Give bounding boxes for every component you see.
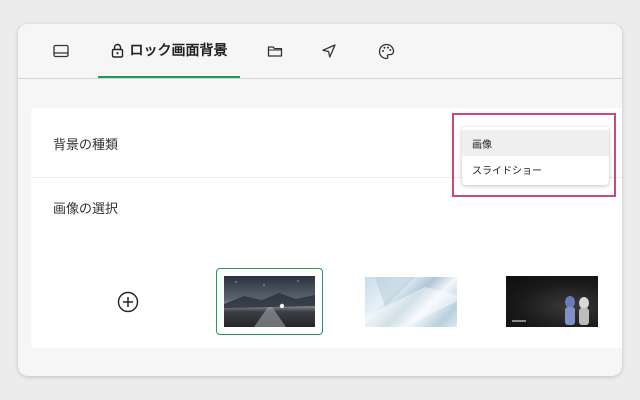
palette-icon bbox=[378, 43, 395, 60]
tab-label: ロック画面背景 bbox=[129, 43, 228, 59]
folder-icon bbox=[267, 44, 283, 58]
plus-circle-icon bbox=[117, 291, 139, 317]
display-icon bbox=[53, 44, 69, 58]
tab-navigation[interactable] bbox=[316, 24, 342, 78]
tab-palette[interactable] bbox=[373, 24, 399, 78]
tab-bar: ロック画面背景 bbox=[18, 24, 622, 79]
navigation-arrow-icon bbox=[321, 43, 337, 59]
tab-folder[interactable] bbox=[262, 24, 288, 78]
lock-icon bbox=[111, 43, 124, 58]
image-select-label: 画像の選択 bbox=[53, 202, 119, 217]
background-type-label: 背景の種類 bbox=[53, 138, 119, 153]
tab-lock-screen-background[interactable]: ロック画面背景 bbox=[98, 24, 240, 78]
add-image-button[interactable] bbox=[117, 291, 139, 313]
settings-window: ロック画面背景 背景の種類 画像の選択 bbox=[18, 24, 622, 376]
thumbnail-dark-characters[interactable] bbox=[506, 276, 598, 327]
thumbnail-night-road[interactable] bbox=[224, 276, 315, 327]
dropdown-option-image[interactable]: 画像 bbox=[462, 130, 609, 156]
tab-display[interactable] bbox=[48, 24, 74, 78]
dropdown-option-slideshow[interactable]: スライドショー bbox=[462, 156, 609, 182]
background-type-dropdown[interactable]: 画像 スライドショー bbox=[462, 127, 609, 185]
thumbnail-light-abstract[interactable] bbox=[365, 277, 457, 327]
